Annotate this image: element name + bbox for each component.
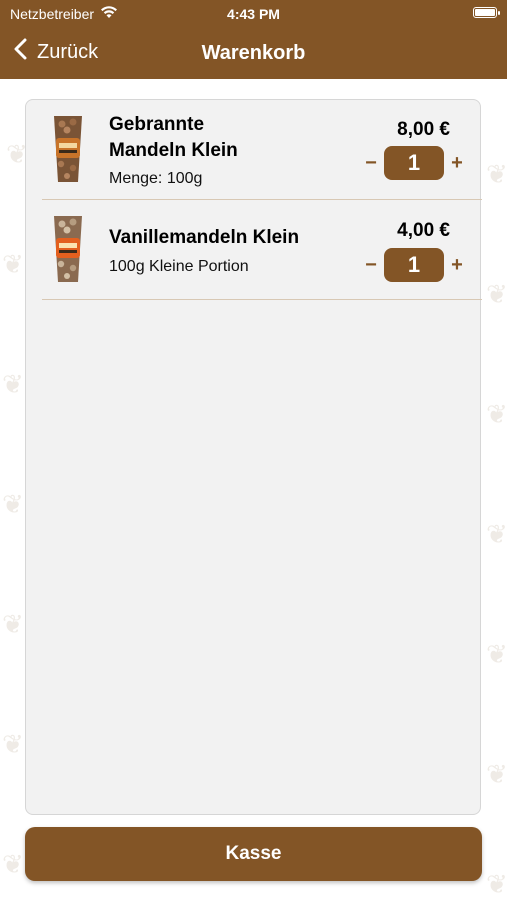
increase-quantity-button[interactable]: + <box>444 254 470 277</box>
increase-quantity-button[interactable]: + <box>444 152 470 175</box>
almond-pattern-icon: ❦ <box>2 369 24 399</box>
decrease-quantity-button[interactable]: − <box>358 254 384 277</box>
product-name: Vanillemandeln Klein <box>109 227 300 248</box>
almond-pattern-icon: ❦ <box>486 159 507 189</box>
status-time: 4:43 PM <box>227 6 280 22</box>
status-bar: Netzbetreiber 4:43 PM <box>0 0 507 28</box>
almond-pattern-icon: ❦ <box>486 399 507 429</box>
page-title: Warenkorb <box>201 42 306 64</box>
quantity-stepper: − 1 + <box>358 248 470 282</box>
almond-pattern-icon: ❦ <box>2 849 24 879</box>
cart-list: Gebrannte Mandeln Klein Menge: 100g 8,00… <box>25 99 482 815</box>
quantity-value[interactable]: 1 <box>384 248 444 282</box>
top-bar: Netzbetreiber 4:43 PM Zurück Warenkorb <box>0 0 507 79</box>
almond-pattern-icon: ❦ <box>2 729 24 759</box>
almond-pattern-icon: ❦ <box>2 609 24 639</box>
product-subtitle: 100g Kleine Portion <box>109 258 249 275</box>
divider <box>42 299 482 300</box>
product-name: Gebrannte Mandeln Klein <box>109 114 238 161</box>
quantity-stepper: − 1 + <box>358 146 470 180</box>
product-price: 8,00 € <box>397 119 450 140</box>
almond-pattern-icon: ❦ <box>486 869 507 899</box>
navigation-bar: Zurück Warenkorb <box>0 30 507 75</box>
product-image <box>51 112 85 186</box>
battery-icon <box>473 7 500 18</box>
product-subtitle: Menge: 100g <box>109 170 203 187</box>
almond-pattern-icon: ❦ <box>486 519 507 549</box>
checkout-button[interactable]: Kasse <box>25 827 482 881</box>
cart-item: Vanillemandeln Klein 100g Kleine Portion… <box>26 200 482 300</box>
almond-pattern-icon: ❦ <box>2 249 24 279</box>
almond-pattern-icon: ❦ <box>486 639 507 669</box>
product-price: 4,00 € <box>397 220 450 241</box>
almond-pattern-icon: ❦ <box>486 759 507 789</box>
product-image <box>51 212 85 286</box>
almond-pattern-icon: ❦ <box>2 489 24 519</box>
quantity-value[interactable]: 1 <box>384 146 444 180</box>
decrease-quantity-button[interactable]: − <box>358 152 384 175</box>
cart-item: Gebrannte Mandeln Klein Menge: 100g 8,00… <box>26 100 482 200</box>
almond-pattern-icon: ❦ <box>486 279 507 309</box>
